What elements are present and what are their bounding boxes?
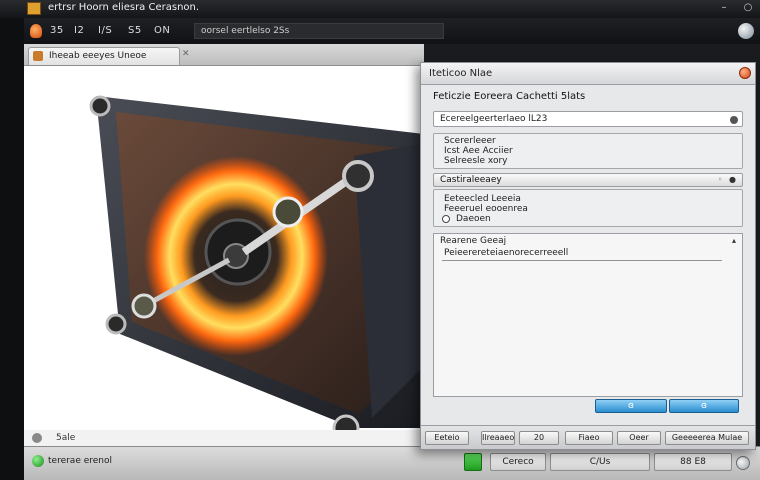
window-title: ertrsr Hoorn eliesra Cerasnon. [48,2,200,13]
mode-combo[interactable]: Castiraleeaey ◦ ● [433,173,743,187]
run-button[interactable] [464,453,482,471]
footer-button-5[interactable]: Oeer [617,431,661,445]
blue-button-2[interactable]: ɞ [669,399,739,413]
footer-button-6[interactable]: Geeeeerea Mulae [665,431,749,445]
menu-item-5[interactable]: ON [154,25,170,36]
listbox-item[interactable]: Peieerereteiaenorecerreeell [444,248,568,258]
tab-label: Iheeab eeeyes Uneoe [49,51,147,61]
footer-button-4[interactable]: Fiaeo [565,431,613,445]
group1-line-2: Icst Aee Acciier [444,146,513,156]
field-menu-icon[interactable] [730,116,738,124]
app-icon [27,2,41,15]
flame-icon[interactable] [30,24,42,38]
canvas-status-strip: 5ale [24,430,424,446]
settings-dialog: Iteticoo Nlae Feticzie Eoreera Cachetti … [420,62,756,450]
menu-search-box[interactable]: oorsel eertlelso 2Ss [194,23,444,39]
close-icon[interactable] [736,456,750,470]
tab-close-icon[interactable]: ✕ [182,49,192,59]
left-edge-strip [0,18,24,480]
document-tab-bar: Iheeab eeeyes Uneoe ✕ [24,44,424,66]
menu-item-2[interactable]: I2 [74,25,84,36]
results-listbox[interactable]: Rearene Geeaj ▴ Peieerereteiaenorecerree… [433,233,743,397]
options-group-2: Eeteecled Leeeia Feeeruel eooenrea Daeoe… [433,189,743,227]
menu-search-text: oorsel eertlelso 2Ss [201,26,290,36]
document-icon [33,51,43,61]
footer-button-3[interactable]: 20 [519,431,559,445]
minimize-button[interactable]: – [718,2,730,14]
footer-button-1[interactable]: Eeteio [425,431,469,445]
blue-button-1[interactable]: ɞ [595,399,667,413]
close-window-button[interactable]: ○ [742,2,754,14]
bottom-button-2[interactable]: C/Us [550,453,650,471]
group2-line-2: Feeeruel eooenrea [444,204,528,214]
listbox-caret-icon[interactable]: ▴ [732,236,736,245]
document-tab[interactable]: Iheeab eeeyes Uneoe [28,47,180,65]
group2-line-3: Daeoen [456,214,491,224]
menu-bar: 35 I2 I/S S5 ON oorsel eertlelso 2Ss [24,18,760,44]
globe-icon[interactable] [738,23,754,39]
bottom-button-3[interactable]: 88 E8 [654,453,732,471]
zoom-icon[interactable] [32,433,42,443]
footer-button-2[interactable]: Ilreaaeo [481,431,515,445]
dialog-footer: Eeteio Ilreaaeo 20 Fiaeo Oeer Geeeeerea … [421,425,755,449]
device-illustration [89,95,424,430]
status-ok-icon [32,455,44,467]
group1-line-1: Scererleeer [444,136,496,146]
dialog-title: Iteticoo Nlae [429,68,493,79]
path-field-text: Ecereelgeerterlaeo lL23 [440,114,548,124]
option-radio[interactable] [442,215,450,223]
combo-arrows-icon[interactable]: ◦ ● [718,175,738,184]
dialog-close-button[interactable] [739,67,751,79]
group1-line-3: Selreesle xory [444,156,508,166]
listbox-divider [442,260,722,261]
dialog-heading: Feticzie Eoreera Cachetti 5lats [433,91,586,102]
path-field[interactable]: Ecereelgeerterlaeo lL23 [433,111,743,127]
listbox-header: Rearene Geeaj [440,236,507,246]
options-group-1: Scererleeer Icst Aee Acciier Selreesle x… [433,133,743,169]
dialog-title-bar: Iteticoo Nlae [421,63,755,85]
menu-item-3[interactable]: I/S [98,25,112,36]
title-bar: ertrsr Hoorn eliesra Cerasnon. – ○ [0,0,760,18]
menu-item-4[interactable]: S5 [128,25,142,36]
status-text: tererae erenol [48,456,113,466]
mode-combo-text: Castiraleeaey [440,175,502,185]
bottom-button-1[interactable]: Cereco [490,453,546,471]
canvas-status-label: 5ale [56,433,76,443]
image-canvas[interactable] [24,66,424,430]
menu-item-1[interactable]: 35 [50,25,64,36]
group2-line-1: Eeteecled Leeeia [444,194,521,204]
bottom-status-bar: tererae erenol Cereco C/Us 88 E8 [24,446,760,480]
